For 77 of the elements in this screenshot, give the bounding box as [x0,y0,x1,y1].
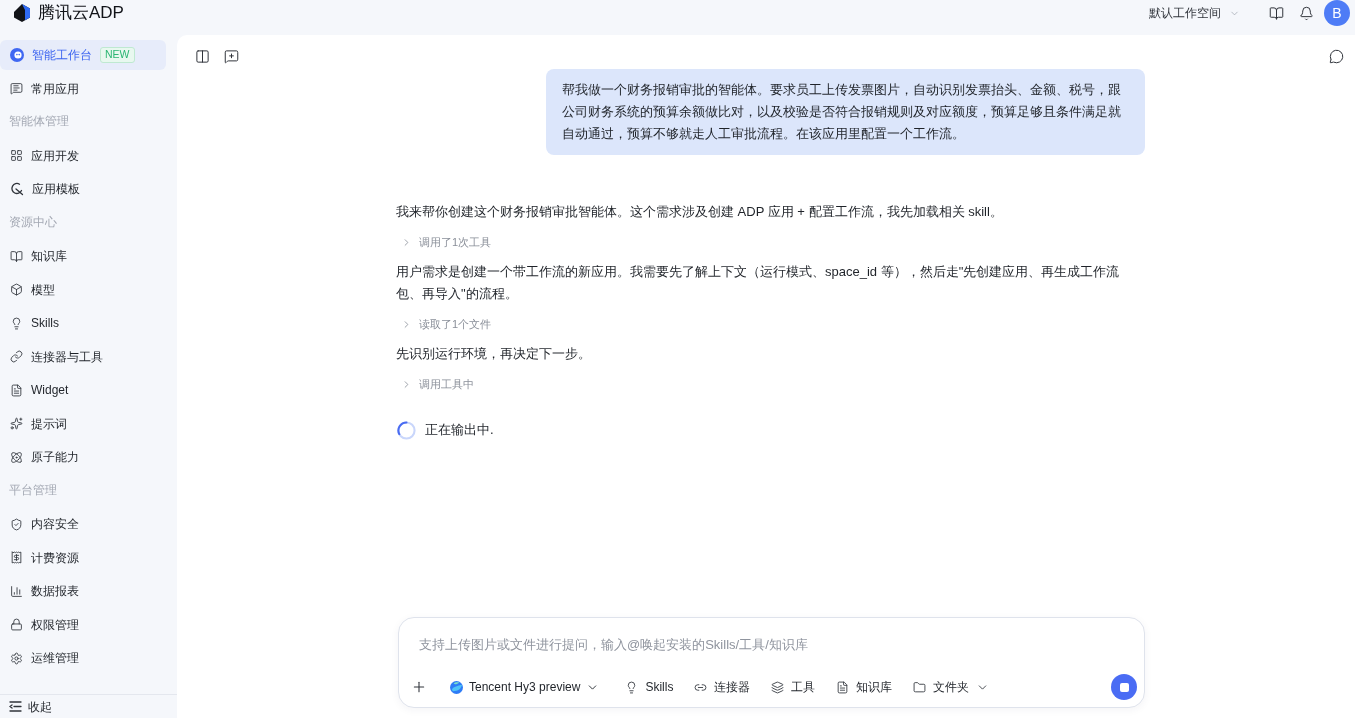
assistant-message: 先识别运行环境，再决定下一步。 [396,345,592,363]
collapse-button[interactable]: 收起 [9,697,52,716]
sidebar-item[interactable]: 提示词 [0,408,166,439]
message-plus-icon [224,49,239,64]
sidebar-item[interactable]: 模型 [0,274,166,305]
sidebar-item[interactable]: 权限管理 [0,609,166,640]
split-panel-icon [195,49,210,64]
plus-icon [411,679,427,695]
docs-button[interactable] [1269,5,1284,21]
collapse-icon [9,701,22,712]
sidebar-item[interactable]: 计费资源 [0,542,166,573]
document-icon [10,383,23,397]
layers-icon [771,680,785,694]
section-heading: 资源中心 [9,214,57,230]
message-input[interactable]: 支持上传图片或文件进行提问，输入@唤起安装的Skills/工具/知识库 [411,624,1137,664]
label-badge: NEW [100,47,135,63]
tool-button[interactable]: 工具 [771,678,816,696]
logo-text: 腾讯云ADP [38,2,124,25]
step-toggle[interactable]: 读取了1个文件 [396,314,496,334]
book-icon [1269,5,1284,21]
book-icon [10,249,23,263]
chat-bubble-icon [1329,49,1344,64]
message-icon [10,82,23,95]
bell-icon [1299,5,1314,21]
receipt-icon [10,551,23,564]
sidebar-item[interactable]: 连接器与工具 [0,341,166,372]
document-icon [836,680,850,694]
logo-icon [12,3,32,23]
step-toggle[interactable]: 调用工具中 [396,374,478,394]
assistant-message: 我来帮你创建这个财务报销审批智能体。这个需求涉及创建 ADP 应用 + 配置工作流，我先加载相关 skill。 [396,203,1004,221]
cube-icon [10,283,23,296]
lightbulb-icon [10,316,23,330]
sidebar-item[interactable]: 智能工作台 NEW [0,40,166,70]
sidebar-item[interactable]: 应用模板 [0,174,166,204]
new-chat-button[interactable] [224,49,239,64]
sidebar-item[interactable]: 数据报表 [0,576,166,606]
tool-button[interactable]: 文件夹 [913,678,990,696]
sidebar-item[interactable]: 常用应用 [0,73,166,104]
workspace-dropdown[interactable]: 默认工作空间 [1149,4,1240,22]
tool-button[interactable]: 连接器 [694,678,751,696]
lock-icon [10,618,23,631]
stop-icon [1119,682,1129,692]
section-heading: 平台管理 [9,482,57,498]
chat-input-box[interactable]: 支持上传图片或文件进行提问，输入@唤起安装的Skills/工具/知识库 Tencent Hy3 preview Skills 连接器 工具 知识库 文件夹 [398,617,1145,708]
link-icon [10,350,23,363]
sidebar-item[interactable]: 应用开发 [0,140,166,171]
settings-icon [10,651,23,665]
assistant-message: 用户需求是创建一个带工作流的新应用。我需要先了解上下文（运行模式、space_id 等），然后走"先创建应用、再生成工作流包、再导入"的流程。 [396,263,1121,303]
stop-button[interactable] [1111,674,1137,700]
sidebar-item[interactable]: Widget [0,375,166,405]
shield-icon [10,517,23,531]
user-avatar[interactable]: B [1324,0,1350,26]
tool-button[interactable]: Skills [625,678,674,696]
panel-toggle-button[interactable] [195,49,210,64]
sidebar-item[interactable]: 原子能力 [0,442,166,472]
grid-icon [10,149,23,162]
notification-button[interactable] [1299,5,1314,21]
face-icon [10,48,24,62]
sidebar-item[interactable]: 内容安全 [0,509,166,539]
status-text: 正在输出中. [425,421,494,440]
folder-icon [913,680,927,694]
bar-chart-icon [10,584,23,598]
sidebar-item[interactable]: Skills [0,308,166,338]
globe-icon [450,680,463,694]
section-heading: 智能体管理 [9,114,69,130]
model-selector[interactable]: Tencent Hy3 preview [450,678,600,696]
tool-button[interactable]: 知识库 [836,678,893,696]
step-toggle[interactable]: 调用了1次工具 [396,232,496,252]
spinner-icon [397,420,416,440]
sidebar-item[interactable]: 运维管理 [0,643,166,673]
atom-icon [10,450,23,464]
loop-icon [10,182,24,196]
sidebar-item[interactable]: 知识库 [0,241,166,271]
sparkle-icon [10,417,23,430]
user-message: 帮我做一个财务报销审批的智能体。要求员工上传发票图片，自动识别发票抬头、金额、税号，跟公司财务系统的预算余额做比对，以及校验是否符合报销规则及对应额度，预算足够且条件满足就自动通过，预算不够就走人工审批流程。在该应用里配置一个工作流。 [546,69,1145,155]
add-button[interactable] [411,679,427,695]
chat-history-button[interactable] [1329,49,1344,64]
